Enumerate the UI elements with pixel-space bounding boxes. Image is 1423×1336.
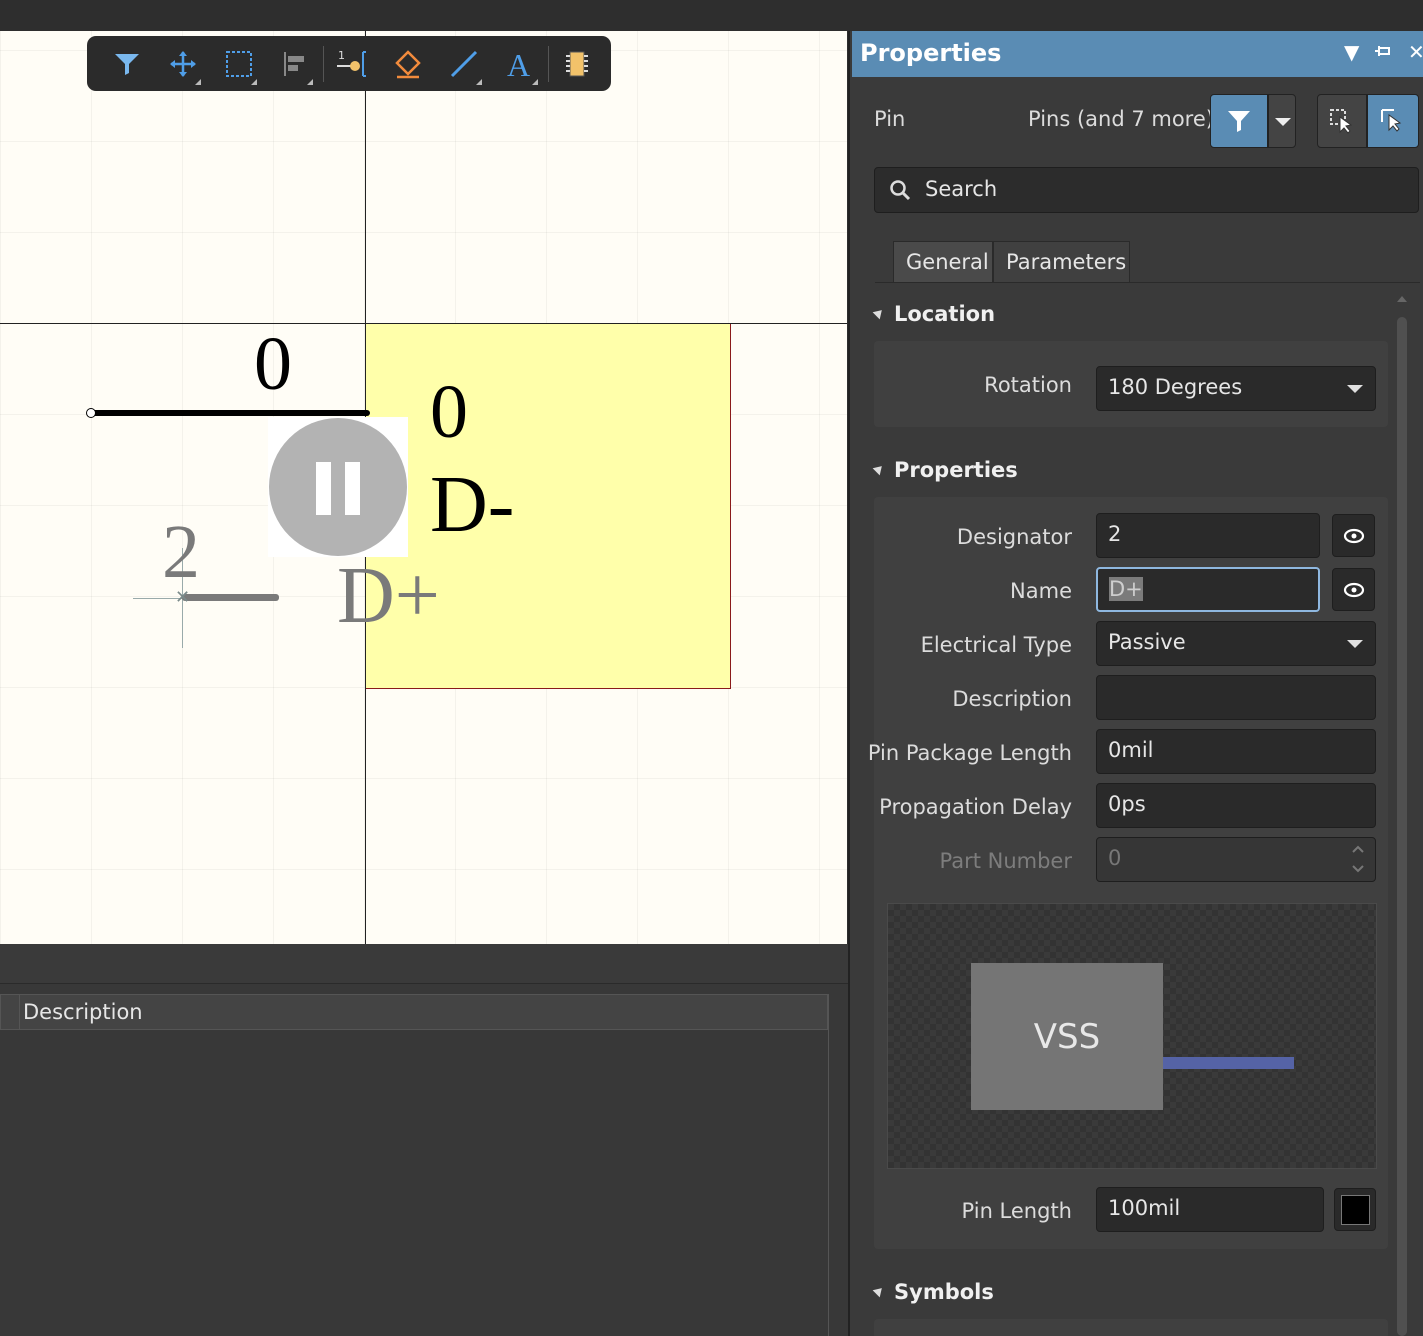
port-icon[interactable] (380, 36, 436, 91)
bottom-panel-strip (0, 944, 848, 984)
active-toolbar: 1 A (87, 36, 611, 91)
scrollbar-thumb[interactable] (1397, 317, 1407, 1336)
electrical-type-label: Electrical Type (920, 633, 1072, 657)
properties-title: Properties (860, 39, 1002, 67)
pin-package-length-label: Pin Package Length (867, 741, 1072, 765)
properties-panel: Properties ▼ ✕ Pin Pins (and 7 more) Sea… (848, 31, 1423, 1336)
pin-package-length-field[interactable]: 0mil (1096, 729, 1376, 774)
preview-pin-line (1163, 1057, 1294, 1069)
collapse-triangle-icon (872, 462, 886, 476)
select-rect-icon[interactable] (211, 36, 267, 91)
description-column-label: Description (23, 1000, 143, 1024)
designator-label: Designator (956, 525, 1072, 549)
text-icon[interactable]: A (492, 36, 548, 91)
object-type-label: Pin (874, 107, 906, 131)
designator-visibility-toggle[interactable] (1332, 514, 1375, 557)
pin-name-text: D- (430, 461, 515, 549)
component-icon[interactable] (549, 36, 605, 91)
ghost-pin-line (182, 594, 279, 601)
preview-component: VSS (971, 963, 1163, 1110)
search-placeholder: Search (925, 177, 998, 201)
panel-menu-icon[interactable]: ▼ (1344, 40, 1359, 64)
rotation-label: Rotation (984, 373, 1072, 397)
align-icon[interactable] (267, 36, 323, 91)
filter-icon[interactable] (99, 36, 155, 91)
section-properties[interactable]: Properties (872, 458, 1018, 482)
part-number-label: Part Number (939, 849, 1073, 873)
selection-filter-button[interactable] (1210, 94, 1268, 148)
stepper-arrows-icon (1352, 845, 1364, 873)
chevron-down-icon (1275, 118, 1291, 126)
svg-text:1: 1 (338, 49, 345, 62)
pointer-icon (1381, 109, 1402, 132)
select-objects-icon (1330, 109, 1353, 134)
electrical-type-select[interactable]: Passive (1096, 621, 1376, 666)
tab-parameters[interactable]: Parameters (993, 241, 1130, 282)
place-pin-icon[interactable]: 1 (324, 36, 380, 91)
move-icon[interactable] (155, 36, 211, 91)
pin-line[interactable] (90, 410, 370, 416)
search-input[interactable]: Search (874, 167, 1419, 213)
name-visibility-toggle[interactable] (1332, 568, 1375, 611)
propagation-delay-label: Propagation Delay (879, 795, 1072, 819)
selection-summary: Pins (and 7 more) (1028, 107, 1214, 131)
search-icon (890, 180, 911, 201)
select-objects-button[interactable] (1317, 94, 1367, 148)
eye-icon (1343, 582, 1364, 597)
name-field[interactable]: D+ (1096, 567, 1320, 612)
section-location[interactable]: Location (872, 302, 995, 326)
tab-general[interactable]: General (893, 241, 993, 282)
top-bar (0, 0, 1423, 31)
name-label: Name (1010, 579, 1072, 603)
pin-number-text: 0 (254, 322, 292, 406)
close-icon[interactable]: ✕ (1408, 40, 1423, 64)
tabs-underline (875, 282, 1420, 283)
collapse-triangle-icon (872, 306, 886, 320)
filter-dropdown-button[interactable] (1268, 94, 1296, 148)
part-number-stepper: 0 (1096, 837, 1376, 882)
description-field[interactable] (1096, 675, 1376, 720)
line-icon[interactable] (436, 36, 492, 91)
propagation-delay-field[interactable]: 0ps (1096, 783, 1376, 828)
pin-color-fill (1341, 1195, 1370, 1225)
properties-title-bar: Properties ▼ ✕ (852, 31, 1423, 77)
designator-text: 0 (430, 370, 468, 454)
bottom-panel: Description (0, 944, 848, 1336)
symbols-group (874, 1319, 1388, 1336)
pick-objects-button[interactable] (1367, 94, 1419, 148)
scroll-up-arrow-icon[interactable] (1397, 296, 1407, 302)
pin-length-label: Pin Length (961, 1199, 1072, 1223)
ghost-designator-text: 2 (162, 510, 200, 594)
filter-icon (1228, 111, 1250, 132)
description-column-header[interactable]: Description (0, 994, 828, 1030)
pin-length-field[interactable]: 100mil (1096, 1187, 1324, 1232)
pin-panel-icon[interactable] (1374, 40, 1392, 64)
pin-hotspot[interactable] (86, 408, 96, 418)
eye-icon (1343, 528, 1364, 543)
pause-icon[interactable] (269, 418, 407, 556)
collapse-triangle-icon (872, 1284, 886, 1298)
origin-axis-horizontal (0, 323, 847, 324)
svg-text:A: A (507, 48, 530, 80)
section-symbols[interactable]: Symbols (872, 1280, 994, 1304)
designator-field[interactable]: 2 (1096, 513, 1320, 558)
pin-preview: VSS (887, 903, 1377, 1169)
description-label: Description (952, 687, 1072, 711)
schematic-canvas[interactable]: 0 0 D- ✕ 2 D+ 1 A (0, 31, 847, 944)
pin-color-swatch[interactable] (1334, 1188, 1376, 1231)
ghost-pin-name-text: D+ (337, 552, 440, 640)
bottom-panel-divider (828, 994, 829, 1336)
rotation-select[interactable]: 180 Degrees (1096, 366, 1376, 411)
